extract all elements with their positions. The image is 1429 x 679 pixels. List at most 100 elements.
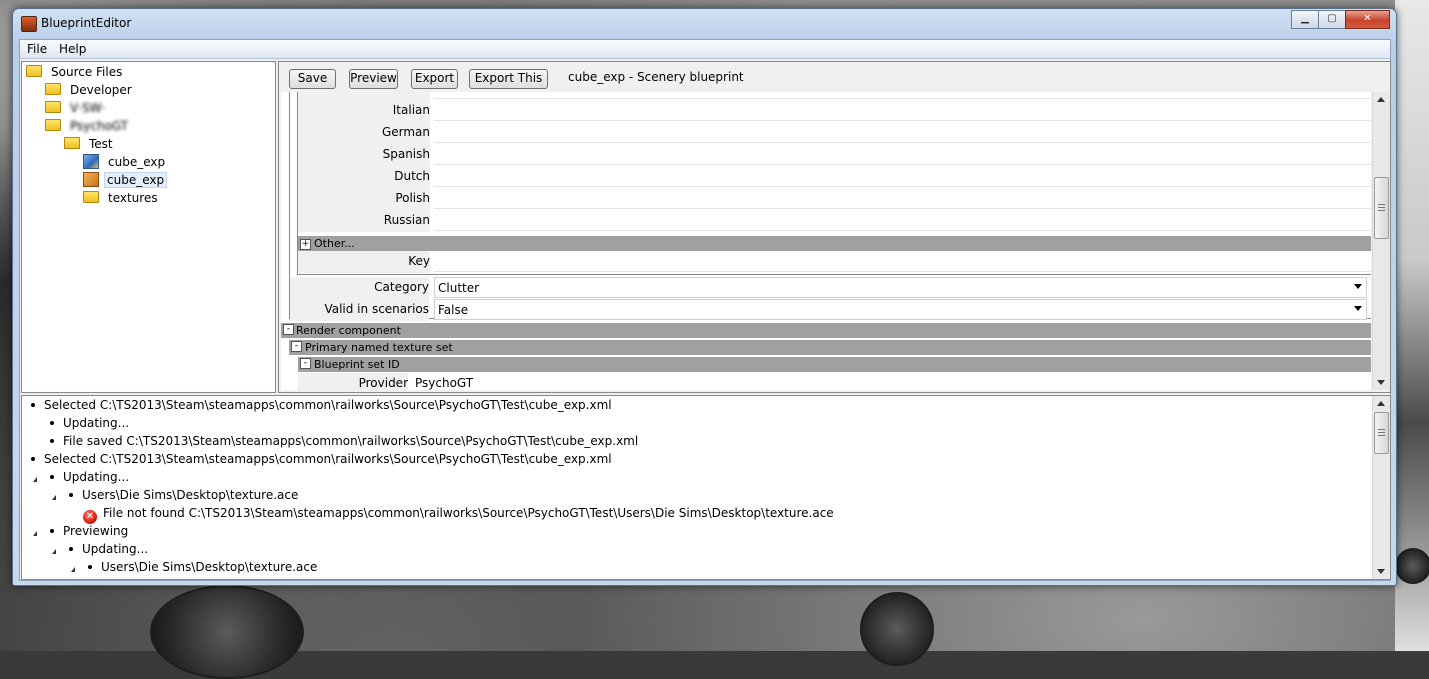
tree-node-label: textures xyxy=(108,190,158,205)
maximize-button[interactable]: ▢ xyxy=(1318,10,1346,29)
expand-arrow-icon[interactable] xyxy=(33,477,37,482)
tree-node-redacted-1[interactable]: V·SW· xyxy=(45,99,109,116)
blueprint-pane: Save Preview Export Export This cube_exp… xyxy=(278,61,1391,393)
save-button[interactable]: Save xyxy=(289,69,336,89)
section-blueprint-set-id[interactable]: - Blueprint set ID xyxy=(298,357,1371,372)
tree-node-cube-exp-blueprint[interactable]: cube_exp xyxy=(83,171,168,188)
toolbar: Save Preview Export Export This cube_exp… xyxy=(279,62,1390,90)
menu-help[interactable]: Help xyxy=(59,42,86,56)
expand-arrow-icon[interactable] xyxy=(71,567,75,572)
scroll-thumb[interactable] xyxy=(1374,177,1389,239)
log-item[interactable]: Updating... xyxy=(69,540,148,558)
wallpaper-wheel xyxy=(150,585,304,679)
title-bar[interactable]: BlueprintEditor ▁ ▢ ✕ xyxy=(13,9,1396,37)
prop-row-russian: Russian xyxy=(298,210,1371,232)
log-item-error[interactable]: ✕ File not found C:\TS2013\Steam\steamapp… xyxy=(83,504,834,524)
collapse-toggle[interactable]: - xyxy=(291,341,302,352)
prop-row-italian: Italian xyxy=(298,100,1371,122)
wallpaper-wheel xyxy=(1395,548,1429,584)
log-scrollbar[interactable] xyxy=(1372,396,1390,579)
log-text: Users\Die Sims\Desktop\texture.ace xyxy=(82,488,299,502)
prop-value[interactable] xyxy=(434,166,1371,187)
scroll-up-arrow-icon[interactable] xyxy=(1377,401,1385,406)
tree-node-test[interactable]: Test xyxy=(64,135,117,152)
caption-buttons: ▁ ▢ ✕ xyxy=(1291,10,1390,29)
expand-arrow-icon[interactable] xyxy=(52,549,56,554)
log-item[interactable]: File saved C:\TS2013\Steam\steamapps\com… xyxy=(50,432,638,450)
section-label: Other... xyxy=(314,237,355,250)
section-label: Blueprint set ID xyxy=(314,358,400,371)
app-icon[interactable] xyxy=(21,16,37,32)
log-item[interactable]: Selected C:\TS2013\Steam\steamapps\commo… xyxy=(31,396,612,414)
category-value: Clutter xyxy=(438,281,480,295)
log-item[interactable]: Users\Die Sims\Desktop\texture.ace xyxy=(88,558,317,576)
log-item[interactable]: Updating... xyxy=(50,414,129,432)
prop-label: Valid in scenarios xyxy=(290,299,429,321)
export-button[interactable]: Export xyxy=(411,69,458,89)
prop-label: Spanish xyxy=(298,144,430,166)
prop-value[interactable] xyxy=(434,188,1371,209)
log-item[interactable]: Updating... xyxy=(50,468,129,486)
key-input[interactable] xyxy=(434,251,1371,272)
section-primary-texture-set[interactable]: - Primary named texture set xyxy=(289,340,1371,355)
tree-node-cube-exp-export[interactable]: cube_exp xyxy=(83,153,169,170)
collapse-toggle[interactable]: - xyxy=(283,324,294,335)
scroll-thumb[interactable] xyxy=(1374,412,1389,454)
prop-value[interactable] xyxy=(434,122,1371,143)
provider-input[interactable]: PsychoGT xyxy=(412,373,1371,390)
close-button[interactable]: ✕ xyxy=(1345,10,1390,29)
prop-label: Dutch xyxy=(298,166,430,188)
folder-icon xyxy=(64,136,80,149)
prop-label: French xyxy=(298,92,430,100)
log-tree[interactable]: Selected C:\TS2013\Steam\steamapps\commo… xyxy=(21,395,1391,580)
prop-label: Provider xyxy=(298,373,408,390)
property-grid-scrollbar[interactable] xyxy=(1372,92,1390,390)
minimize-button[interactable]: ▁ xyxy=(1291,10,1319,29)
export-this-button[interactable]: Export This xyxy=(469,69,548,89)
section-other[interactable]: + Other... xyxy=(298,236,1371,251)
prop-label: Category xyxy=(290,277,429,299)
prop-row-category: Category Clutter xyxy=(290,277,1371,299)
prop-value[interactable] xyxy=(434,144,1371,165)
export-file-icon xyxy=(83,154,99,169)
blueprint-title: cube_exp - Scenery blueprint xyxy=(568,70,744,84)
log-item[interactable]: Previewing xyxy=(50,522,128,540)
menu-file[interactable]: File xyxy=(27,42,47,56)
scroll-down-arrow-icon[interactable] xyxy=(1377,569,1385,574)
log-item[interactable]: Selected C:\TS2013\Steam\steamapps\commo… xyxy=(31,450,612,468)
scroll-down-arrow-icon[interactable] xyxy=(1377,380,1385,385)
client-area: File Help Source Files Developer V·SW· P… xyxy=(19,39,1391,581)
collapse-toggle[interactable]: - xyxy=(300,358,311,369)
log-item[interactable]: Users\Die Sims\Desktop\texture.ace xyxy=(69,486,298,504)
expand-arrow-icon[interactable] xyxy=(52,495,56,500)
expand-arrow-icon[interactable] xyxy=(33,531,37,536)
expand-toggle[interactable]: + xyxy=(300,239,311,250)
bullet-icon xyxy=(50,475,54,479)
prop-label: Italian xyxy=(298,100,430,122)
source-files-tree[interactable]: Source Files Developer V·SW· PsychoGT Te… xyxy=(21,61,276,393)
tree-node-label: Test xyxy=(89,136,113,151)
scroll-up-arrow-icon[interactable] xyxy=(1377,97,1385,102)
section-render-component[interactable]: - Render component xyxy=(281,323,1371,338)
folder-icon xyxy=(45,82,61,95)
valid-select[interactable]: False xyxy=(434,299,1367,320)
prop-value[interactable] xyxy=(434,92,1371,99)
tree-node-textures[interactable]: textures xyxy=(83,189,162,206)
prop-value[interactable] xyxy=(434,210,1371,231)
tree-node-redacted-2[interactable]: PsychoGT xyxy=(45,117,132,134)
prop-value[interactable] xyxy=(434,100,1371,121)
preview-button[interactable]: Preview xyxy=(349,69,398,89)
wallpaper-wheel xyxy=(860,592,934,666)
log-text: Selected C:\TS2013\Steam\steamapps\commo… xyxy=(44,452,612,466)
valid-value: False xyxy=(438,303,469,317)
property-grid[interactable]: French Italian German Spanish Dutch xyxy=(281,92,1371,390)
tree-node-developer[interactable]: Developer xyxy=(45,81,136,98)
log-text: File saved C:\TS2013\Steam\steamapps\com… xyxy=(63,434,639,448)
tree-node-source-files[interactable]: Source Files xyxy=(26,63,126,80)
category-select[interactable]: Clutter xyxy=(434,277,1367,298)
tree-node-label: PsychoGT xyxy=(70,118,129,133)
folder-icon xyxy=(26,64,42,77)
log-text: File not found C:\TS2013\Steam\steamapps… xyxy=(103,506,834,520)
log-text: Previewing xyxy=(63,524,129,538)
bullet-icon xyxy=(50,439,54,443)
